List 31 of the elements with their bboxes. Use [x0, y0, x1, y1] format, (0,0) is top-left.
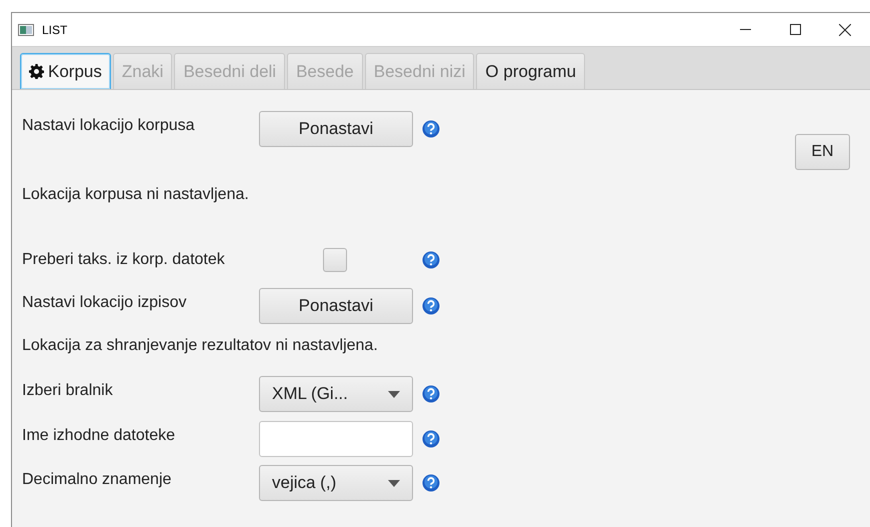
- field-label: Ime izhodne datoteke: [22, 427, 176, 445]
- field-label: Izberi bralnik: [22, 382, 114, 400]
- help-icon[interactable]: [422, 297, 440, 315]
- reset-button[interactable]: Ponastavi: [259, 288, 413, 324]
- dropdown[interactable]: XML (Gi...: [259, 376, 413, 412]
- help-icon[interactable]: [422, 474, 440, 492]
- checkbox[interactable]: [323, 248, 347, 272]
- tab[interactable]: Korpus: [20, 53, 111, 89]
- caret-icon: [388, 480, 400, 486]
- status-message: Lokacija korpusa ni nastavljena.: [22, 186, 249, 204]
- help-icon[interactable]: [422, 251, 440, 269]
- field-label: Nastavi lokacijo korpusa: [22, 117, 196, 135]
- close-icon: [839, 24, 851, 36]
- help-icon[interactable]: [422, 120, 440, 138]
- reset-button[interactable]: Ponastavi: [259, 111, 413, 147]
- tab[interactable]: O programu: [476, 53, 586, 89]
- minimize-icon: [740, 29, 750, 30]
- language-button[interactable]: EN: [795, 134, 850, 170]
- field-label: Nastavi lokacijo izpisov: [22, 294, 188, 312]
- status-message: Lokacija za shranjevanje rezultatov ni nastavljena.: [22, 337, 378, 355]
- app-icon: [18, 24, 34, 36]
- maximize-icon: [790, 24, 800, 35]
- input-field[interactable]: [259, 421, 413, 457]
- help-icon[interactable]: [422, 430, 440, 448]
- caret-icon: [388, 390, 400, 398]
- help-icon[interactable]: [422, 385, 440, 403]
- window-title: LIST: [42, 22, 68, 36]
- gear-icon: [29, 64, 44, 79]
- dropdown[interactable]: vejica (,): [259, 465, 413, 501]
- field-label: Preberi taks. iz korp. datotek: [22, 251, 226, 269]
- field-label: Decimalno znamenje: [22, 471, 172, 489]
